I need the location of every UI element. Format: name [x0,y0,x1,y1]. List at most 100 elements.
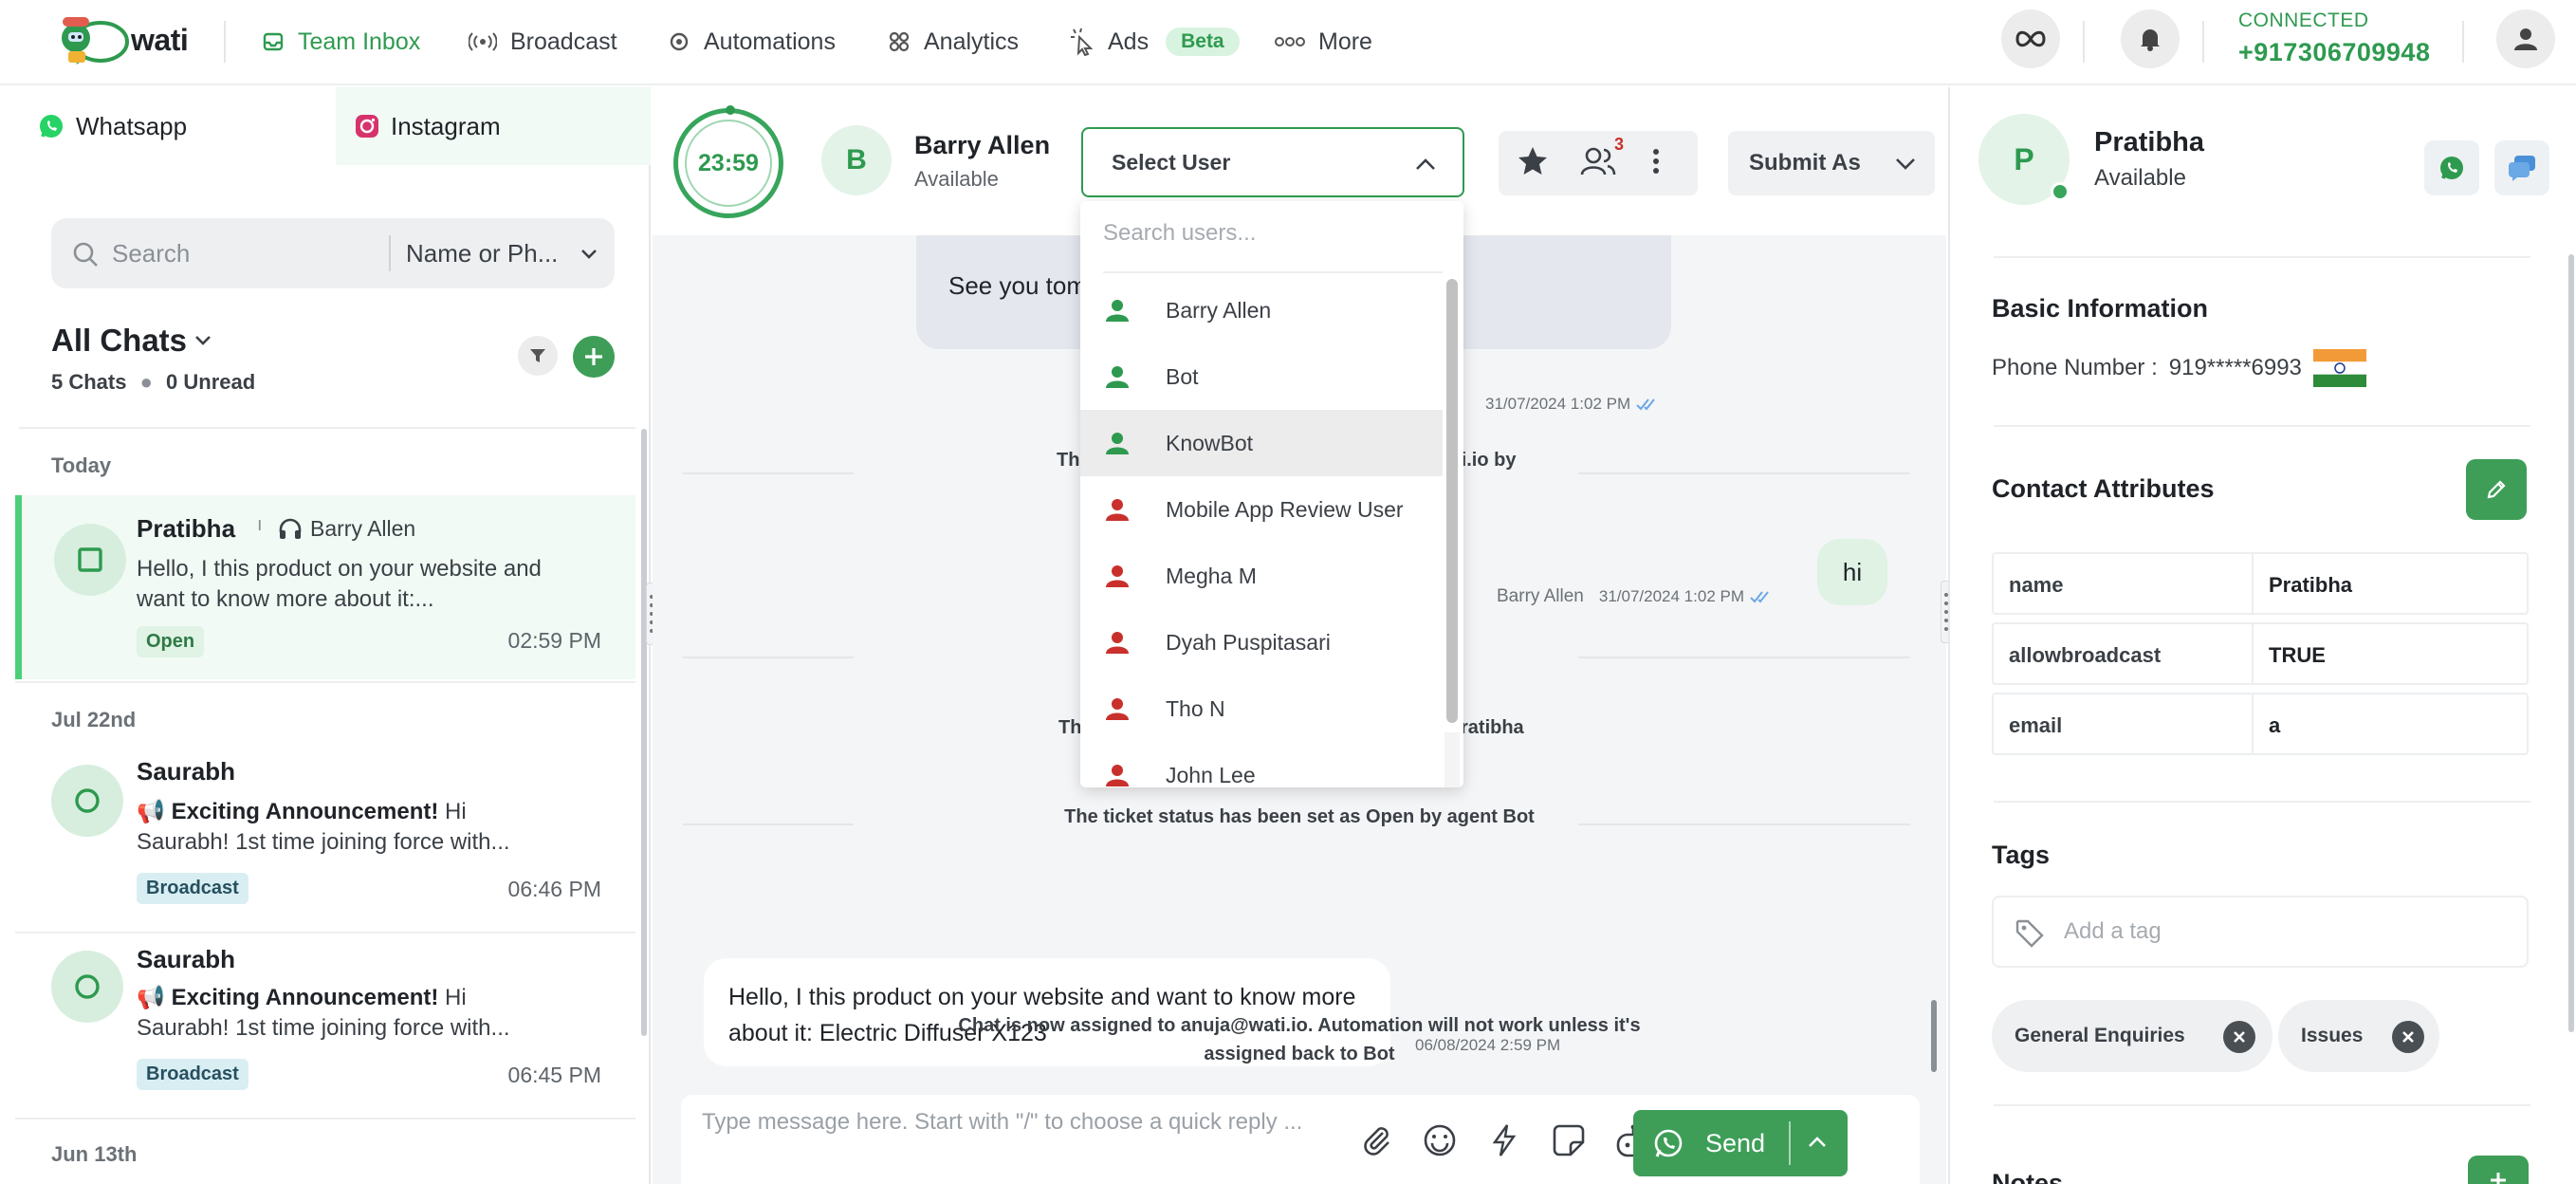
system-message: ti.io by [1455,450,1517,471]
phone-label: Phone Number : [1992,355,2158,380]
chat-bubbles-icon [2509,156,2535,181]
conversation-scrollbar[interactable] [1931,1000,1937,1072]
user-option[interactable]: John Lee [1080,742,1443,787]
nav-broadcast[interactable]: Broadcast [469,23,617,61]
user-option[interactable]: Barry Allen [1080,277,1443,343]
unread-count: 0 Unread [166,370,256,394]
emoji-button[interactable] [1423,1123,1457,1157]
notifications-button[interactable] [2121,9,2180,68]
attach-button[interactable] [1360,1123,1392,1157]
status-badge: Broadcast [137,873,248,904]
chevron-up-icon[interactable] [1808,1137,1827,1148]
more-options-button[interactable] [1650,144,1662,178]
wati-logo-icon[interactable] [55,13,131,68]
profile-button[interactable] [2496,9,2555,68]
star-icon [1518,147,1547,175]
attribute-value: Pratibha [2269,573,2353,597]
grid-icon [889,31,910,52]
nav-broadcast-label: Broadcast [510,28,617,55]
chat-preview-text: Hello, I this product on your website an… [137,556,542,612]
cursor-click-icon [1071,28,1094,56]
quick-reply-button[interactable] [1491,1123,1518,1157]
user-option[interactable]: Tho N [1080,675,1443,742]
add-tag-input[interactable]: Add a tag [1992,896,2529,968]
send-button[interactable]: Send [1633,1110,1848,1176]
attribute-divider [2252,554,2254,613]
nav-team-inbox[interactable]: Team Inbox [262,23,420,61]
remove-tag-button[interactable] [2223,1021,2255,1053]
contact-name: Pratibha [2094,127,2205,157]
user-option-label: John Lee [1166,762,1256,787]
select-user-dropdown[interactable]: Select User [1081,127,1464,197]
tab-instagram[interactable]: Instagram [336,87,651,165]
chat-contact-name: Pratibha [137,514,236,543]
system-divider [683,472,854,474]
user-option[interactable]: KnowBot [1080,410,1443,476]
menu-divider [1103,271,1443,273]
chat-search-box[interactable]: Search Name or Ph... [51,218,615,288]
status-badge: Open [137,626,205,657]
contact-status: Available [914,167,999,191]
nav-divider [2462,21,2464,63]
attribute-divider [2252,624,2254,683]
message-sender: Barry Allen [1497,586,1584,606]
user-option[interactable]: Mobile App Review User [1080,476,1443,543]
tab-whatsapp[interactable]: Whatsapp [38,87,187,165]
user-status-icon [1105,497,1130,522]
section-divider [1994,256,2530,258]
instagram-icon [356,115,378,138]
nav-analytics[interactable]: Analytics [888,23,1019,61]
menu-scrollbar[interactable] [1446,279,1458,723]
chat-list-item[interactable]: Saurabh 📢 Exciting Announcement! Hi Saur… [15,749,635,934]
chat-avatar [54,524,126,596]
india-flag-icon [2312,349,2366,387]
chat-list-item[interactable]: Pratibha ı Barry Allen Hello, I this pro… [15,495,635,679]
filter-button[interactable] [518,336,558,376]
search-input[interactable]: Search [112,239,190,268]
add-note-button[interactable] [2468,1156,2529,1184]
edit-attributes-button[interactable] [2466,459,2527,520]
user-icon [2514,28,2537,50]
user-option[interactable]: Megha M [1080,543,1443,609]
vertical-dots-icon [1653,149,1659,174]
nav-more-label: More [1318,28,1372,55]
search-divider [389,235,391,271]
user-search-input[interactable]: Search users... [1103,220,1256,247]
nav-automations[interactable]: Automations [668,23,836,61]
contact-details-panel: P Pratibha Available Basic Information P… [1948,87,2576,1184]
tag-chip: General Enquiries [1992,1000,2272,1072]
star-button[interactable] [1516,144,1550,178]
nav-more[interactable]: More [1275,23,1372,61]
chat-preview-text: 📢 Exciting Announcement! Hi Saurabh! 1st… [137,983,563,1044]
user-option[interactable]: Dyah Puspitasari [1080,609,1443,675]
participants-button[interactable]: 3 [1580,135,1624,178]
details-scrollbar[interactable] [2568,254,2574,1032]
tag-icon [2015,919,2044,948]
chat-channel-button[interactable] [2494,140,2549,195]
whatsapp-channel-button[interactable] [2424,140,2479,195]
session-timer: 23:59 [673,105,783,218]
submit-as-dropdown[interactable]: Submit As [1728,131,1935,195]
new-chat-button[interactable] [573,336,615,378]
top-navigation: wati Team Inbox Broadcast Automations An… [0,0,2576,85]
search-filter-select[interactable]: Name or Ph... [406,239,558,268]
nav-analytics-label: Analytics [924,28,1020,55]
send-label: Send [1705,1129,1766,1157]
all-chats-dropdown[interactable]: All Chats [51,323,212,359]
user-option[interactable]: Bot [1080,343,1443,410]
remove-tag-button[interactable] [2392,1021,2424,1053]
nav-ads[interactable]: Ads Beta [1070,23,1240,61]
chat-avatar [51,765,123,837]
close-icon [2402,1031,2414,1043]
nav-ads-label: Ads [1108,28,1150,55]
attribute-row: allowbroadcast TRUE [1992,622,2529,685]
message-input[interactable]: Type message here. Start with "/" to cho… [702,1108,1337,1137]
chat-list-scrollbar[interactable] [641,429,647,1036]
sticker-button[interactable] [1552,1123,1586,1157]
section-label-jul-22nd: Jul 22nd [51,708,137,731]
chat-contact-name: Saurabh [137,757,236,786]
chat-list-item[interactable]: Saurabh 📢 Exciting Announcement! Hi Saur… [15,935,635,1119]
meta-button[interactable] [2001,9,2060,68]
chat-preview-text: 📢 Exciting Announcement! Hi Saurabh! 1st… [137,797,563,858]
system-divider [683,657,854,658]
